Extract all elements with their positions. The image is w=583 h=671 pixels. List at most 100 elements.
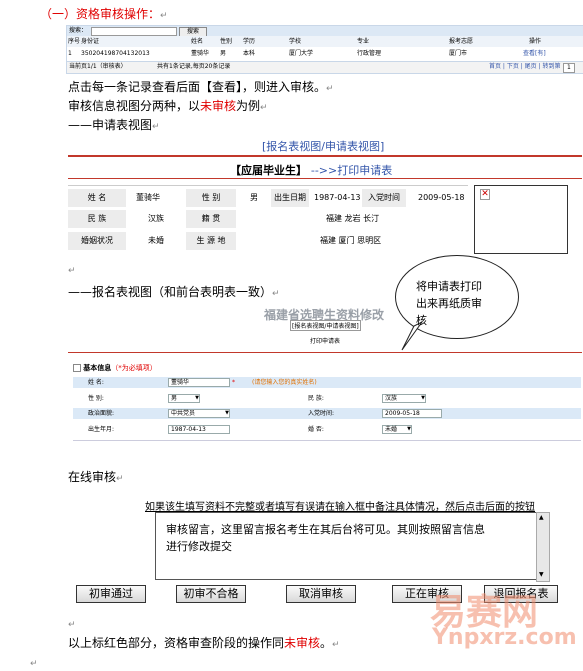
- col-degree: 学历: [243, 38, 256, 45]
- row-school: 厦门大学: [289, 50, 314, 57]
- search-input[interactable]: [91, 27, 177, 36]
- divider-line: [68, 155, 582, 157]
- value-join-date: 2009-05-18: [418, 193, 465, 202]
- result-table-screenshot: 搜索： 搜索 序号 身份证 姓名 性别 学历 学校 专业 报考志愿 操作 1 3…: [66, 25, 583, 74]
- col-idcard: 身份证: [81, 38, 100, 45]
- divider-line-2: [68, 178, 582, 179]
- scroll-down-icon[interactable]: ▼: [539, 571, 544, 578]
- row-gender: 男: [220, 50, 227, 57]
- cancel-review-button[interactable]: 取消审核: [286, 585, 356, 603]
- fail-initial-review-button[interactable]: 初审不合格: [176, 585, 246, 603]
- scroll-up-icon[interactable]: ▲: [539, 514, 544, 521]
- instruction-view: 点击每一条记录查看后面【查看】，则进入审核。↵: [68, 80, 334, 94]
- chevron-down-icon: ▼: [225, 410, 229, 416]
- caption-application-view: ——申请表视图↵: [68, 118, 160, 132]
- value-origin: 福建 龙岩 长汀: [326, 214, 380, 223]
- review-comment-text: 审核留言，这里留言报名考生在其后台将可见。其则按照留言信息 进行修改提交: [166, 523, 485, 553]
- row-name: 董骑华: [191, 50, 210, 57]
- caption-registration-view: ——报名表视图（和前台表明表一致）↵: [68, 285, 280, 299]
- required-mark: *: [232, 379, 235, 386]
- table-footer: 当前页1/1（审核表） 共有1条记录,每页20条记录 首页 | 下页 | 尾页 …: [67, 61, 583, 73]
- reg-birth-input[interactable]: 1987-04-13: [168, 425, 230, 434]
- value-name: 董骑华: [136, 193, 160, 202]
- label-join-date: 入党时间: [362, 189, 406, 207]
- reg-ethnic-select[interactable]: 汉族 ▼: [382, 394, 426, 403]
- view-link[interactable]: 查看[有]: [523, 50, 546, 58]
- pager-links[interactable]: 首页 | 下页 | 尾页 | 转到第: [489, 63, 561, 71]
- registration-bottom-line: [73, 440, 581, 441]
- chevron-down-icon: ▼: [421, 395, 425, 401]
- caption-online-review: 在线审核↵: [68, 470, 124, 484]
- chevron-down-icon: ▼: [195, 395, 199, 401]
- registration-print-link[interactable]: 打印申请表: [310, 336, 340, 345]
- col-school: 学校: [289, 38, 302, 45]
- col-name: 姓名: [191, 38, 204, 45]
- value-birthdate: 1987-04-13: [314, 193, 361, 202]
- collapse-checkbox[interactable]: [73, 364, 81, 372]
- reg-label-name: 姓 名:: [88, 379, 104, 386]
- blank-line-2: ↵: [68, 620, 76, 630]
- reg-name-input[interactable]: 董骑华: [168, 378, 230, 387]
- pass-initial-review-button[interactable]: 初审通过: [76, 585, 146, 603]
- col-gender: 性别: [220, 38, 233, 45]
- label-birthdate: 出生日期: [271, 189, 309, 207]
- col-index: 序号: [68, 38, 81, 45]
- row-preference: 厦门市: [449, 50, 468, 57]
- value-ethnic: 汉族: [148, 214, 164, 223]
- reg-name-hint: (请您输入您的真实姓名): [252, 379, 317, 386]
- closing-note: 以上标红色部分，资格审查阶段的操作同未审核。↵: [68, 636, 340, 650]
- review-instruction: 如果该生填写资料不完整或者填写有误请在输入框中备注具体情况，然后点击后面的按钮: [145, 502, 535, 513]
- label-marital: 婚姻状况: [68, 232, 126, 250]
- reg-label-gender: 性 别:: [88, 395, 104, 402]
- reg-marriage-select[interactable]: 未婚 ▼: [382, 425, 412, 434]
- value-source: 福建 厦门 思明区: [320, 236, 382, 245]
- footer-record-count: 共有1条记录,每页20条记录: [157, 63, 231, 70]
- broken-image-icon: ✕: [480, 189, 490, 200]
- review-comment-textarea[interactable]: 审核留言，这里留言报名考生在其后台将可见。其则按照留言信息 进行修改提交: [155, 512, 540, 580]
- print-application-link[interactable]: -->>打印申请表: [311, 164, 392, 177]
- watermark-url: Ynpxrz.com: [432, 625, 577, 650]
- label-gender: 性 别: [186, 189, 236, 207]
- callout-text: 将申请表打印 出来再纸质审 核: [416, 280, 482, 327]
- instruction-views: 审核信息视图分两种，以未审核为例↵: [68, 99, 268, 113]
- registration-divider: [68, 352, 582, 353]
- value-gender: 男: [250, 193, 258, 202]
- table-header-row: 序号 身份证 姓名 性别 学历 学校 专业 报考志愿 操作: [67, 36, 583, 47]
- footer-page-info: 当前页1/1（审核表）: [69, 63, 127, 70]
- search-label: 搜索：: [69, 27, 88, 34]
- reg-label-join: 入党时间:: [308, 410, 335, 417]
- photo-frame: ✕: [474, 185, 568, 254]
- col-action: 操作: [529, 38, 542, 45]
- blank-line: ↵: [68, 266, 76, 276]
- label-origin: 籍 贯: [186, 210, 236, 228]
- search-bar: 搜索： 搜索: [67, 26, 583, 37]
- label-source: 生 源 地: [186, 232, 236, 250]
- reg-label-politics: 政治面貌:: [88, 410, 115, 417]
- row-index: 1: [68, 50, 72, 57]
- section-heading: （一）资格审核操作：↵: [40, 7, 168, 21]
- row-major: 行政管理: [357, 50, 382, 57]
- reg-gender-select[interactable]: 男 ▼: [168, 394, 200, 403]
- col-preference: 报考志愿: [449, 38, 474, 45]
- form-title: 【应届毕业生】 -->>打印申请表: [230, 164, 393, 177]
- row-idcard: 350204198704132013: [81, 50, 150, 57]
- textarea-scrollbar[interactable]: ▲ ▼: [536, 512, 550, 582]
- col-major: 专业: [357, 38, 370, 45]
- reg-join-input[interactable]: 2009-05-18: [382, 409, 442, 418]
- registration-view-toggle[interactable]: [报名表视图/申请表视图]: [290, 320, 361, 331]
- application-grid: 姓 名 董骑华 性 别 男 出生日期 1987-04-13 入党时间 2009-…: [68, 185, 468, 255]
- basic-info-header: 基本信息（*为必填项）: [73, 363, 157, 373]
- chevron-down-icon: ▼: [407, 426, 411, 432]
- label-ethnic: 民 族: [68, 210, 126, 228]
- reg-politics-select[interactable]: 中共党员 ▼: [168, 409, 230, 418]
- value-marital: 未婚: [148, 236, 164, 245]
- reg-label-ethnic: 民 族:: [308, 395, 324, 402]
- page-select[interactable]: 1: [563, 63, 575, 73]
- view-toggle-link[interactable]: [报名表视图/申请表视图]: [262, 138, 384, 154]
- blank-line-3: ↵: [30, 659, 38, 669]
- label-name: 姓 名: [68, 189, 126, 207]
- reg-label-marriage: 婚 否:: [308, 426, 324, 433]
- reg-label-birth: 出生年月:: [88, 426, 115, 433]
- row-degree: 本科: [243, 50, 256, 57]
- band-row-1: [73, 377, 581, 388]
